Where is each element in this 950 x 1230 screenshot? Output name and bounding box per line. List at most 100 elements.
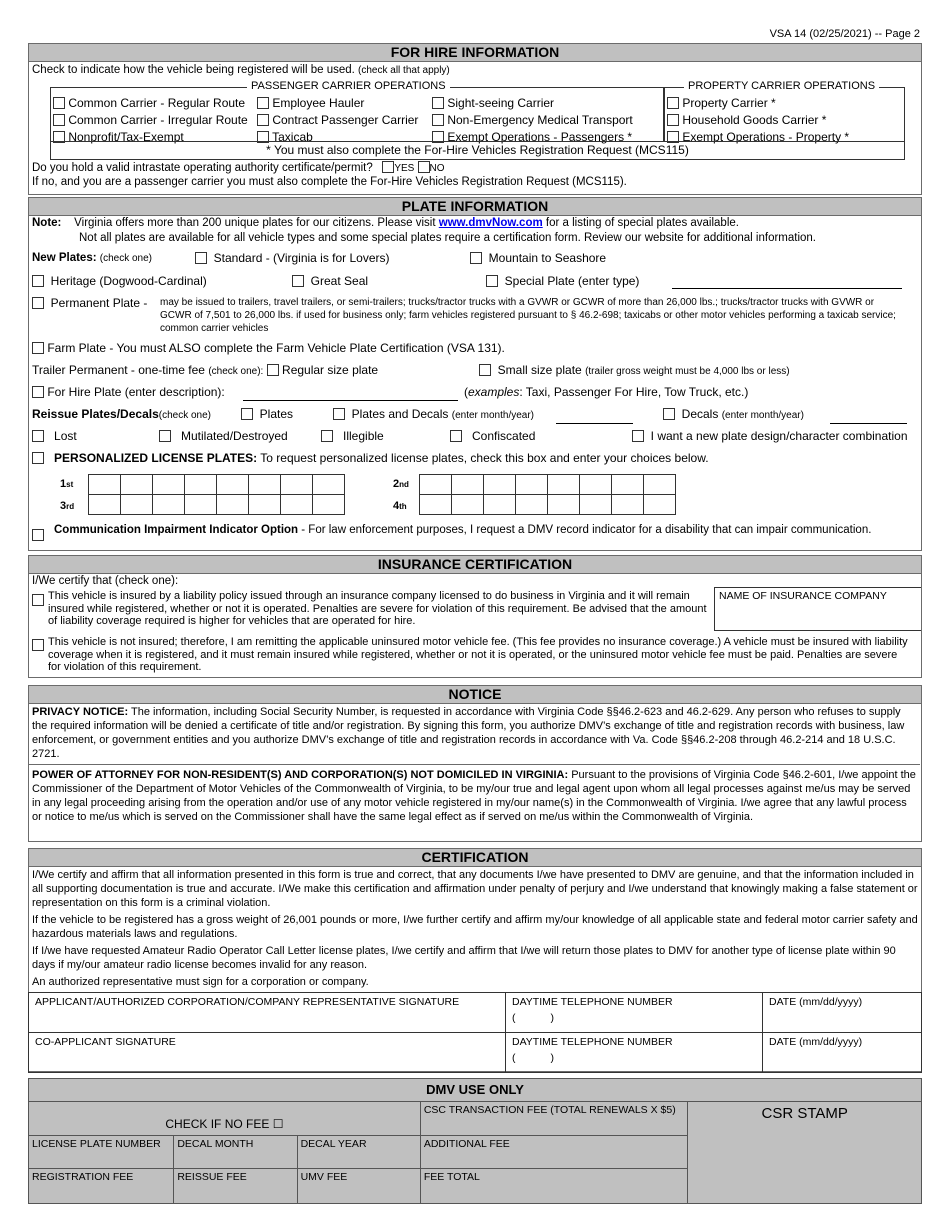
form-number: VSA 14 (02/25/2021) -- Page 2 (769, 28, 920, 40)
label-lost: Lost (54, 429, 77, 443)
co-applicant-date-field[interactable]: DATE (mm/dd/yyyy) (762, 1032, 922, 1073)
umv-fee-cell[interactable]: UMV FEE (296, 1168, 421, 1204)
checkbox-for-hire-plate[interactable] (32, 386, 44, 398)
applicant-date-field[interactable]: DATE (mm/dd/yyyy) (762, 992, 922, 1033)
plate-character-box[interactable] (451, 494, 484, 515)
checkbox-standard[interactable] (195, 252, 207, 264)
plate-character-box[interactable] (643, 474, 676, 495)
checkbox-household-goods[interactable] (667, 114, 679, 126)
checkbox-mountain[interactable] (470, 252, 482, 264)
csc-fee-cell[interactable]: CSC TRANSACTION FEE (TOTAL RENEWALS X $5… (419, 1101, 689, 1136)
plate-character-box[interactable] (120, 474, 153, 495)
checkbox-insured[interactable] (32, 594, 44, 606)
plate-character-box[interactable] (248, 474, 281, 495)
plate-character-box[interactable] (312, 474, 345, 495)
license-plate-cell[interactable]: LICENSE PLATE NUMBER (27, 1135, 175, 1169)
plate-character-box[interactable] (419, 494, 452, 515)
applicant-signature-field[interactable]: APPLICANT/AUTHORIZED CORPORATION/COMPANY… (28, 992, 506, 1033)
checkbox-property-carrier[interactable] (667, 97, 679, 109)
choice-4-boxes (419, 494, 676, 515)
checkbox-confiscated[interactable] (450, 430, 462, 442)
checkbox-small-size[interactable] (479, 364, 491, 376)
insurance-company-field[interactable]: NAME OF INSURANCE COMPANY (714, 587, 921, 631)
checkbox-lost[interactable] (32, 430, 44, 442)
plate-character-box[interactable] (579, 494, 612, 515)
plate-character-box[interactable] (611, 474, 644, 495)
checkbox-regular-size[interactable] (266, 364, 279, 376)
footnote-box: * You must also complete the For-Hire Ve… (50, 141, 905, 160)
for-hire-description-field[interactable] (243, 400, 458, 401)
decal-year-cell[interactable]: DECAL YEAR (296, 1135, 421, 1169)
checkbox-decals[interactable] (663, 408, 675, 420)
plate-character-box[interactable] (643, 494, 676, 515)
checkbox-communication-impairment[interactable] (32, 529, 44, 541)
plate-character-box[interactable] (515, 474, 548, 495)
plate-character-box[interactable] (419, 474, 452, 495)
plate-character-box[interactable] (184, 494, 217, 515)
checkbox-employee-hauler[interactable] (257, 97, 269, 109)
checkbox-great-seal[interactable] (292, 275, 304, 287)
label-illegible: Illegible (343, 429, 384, 443)
plate-character-box[interactable] (280, 494, 313, 515)
plate-character-box[interactable] (547, 494, 580, 515)
checkbox-permanent[interactable] (32, 297, 44, 309)
checkbox-personalized[interactable] (32, 452, 44, 464)
checkbox-sightseeing[interactable] (432, 97, 444, 109)
plate-character-box[interactable] (120, 494, 153, 515)
checkbox-authority-no[interactable] (417, 161, 430, 173)
registration-fee-cell[interactable]: REGISTRATION FEE (27, 1168, 175, 1204)
co-applicant-signature-field[interactable]: CO-APPLICANT SIGNATURE (28, 1032, 506, 1073)
decal-month-cell[interactable]: DECAL MONTH (173, 1135, 298, 1169)
personalized-label: PERSONALIZED LICENSE PLATES: (54, 451, 258, 465)
for-hire-instruction-note: (check all that apply) (358, 65, 450, 76)
co-applicant-phone-field[interactable]: DAYTIME TELEPHONE NUMBER ( ) (505, 1032, 763, 1073)
plate-character-box[interactable] (312, 494, 345, 515)
checkbox-mutilated[interactable] (159, 430, 171, 442)
plate-character-box[interactable] (483, 474, 516, 495)
dmvnow-link[interactable]: www.dmvNow.com (439, 217, 543, 229)
checkbox-contract-passenger[interactable] (257, 114, 269, 126)
checkbox-authority-yes[interactable] (382, 161, 395, 173)
special-plate-type-field[interactable] (672, 288, 902, 289)
property-carrier-legend: PROPERTY CARRIER OPERATIONS (684, 80, 880, 92)
reissue-fee-cell[interactable]: REISSUE FEE (173, 1168, 298, 1204)
checkbox-reissue-plates[interactable] (241, 408, 253, 420)
dmv-use-only-section: DMV USE ONLY CHECK IF NO FEE ☐ CSC TRANS… (27, 1078, 922, 1204)
checkbox-heritage[interactable] (32, 275, 44, 287)
checkbox-plates-and-decals[interactable] (333, 408, 345, 420)
additional-fee-cell[interactable]: ADDITIONAL FEE (419, 1135, 689, 1169)
plate-character-box[interactable] (88, 474, 121, 495)
checkbox-farm[interactable] (32, 342, 44, 354)
no-fee-cell[interactable]: CHECK IF NO FEE ☐ (28, 1101, 421, 1136)
plate-character-box[interactable] (547, 474, 580, 495)
plate-character-box[interactable] (248, 494, 281, 515)
plate-character-box[interactable] (579, 474, 612, 495)
checkbox-nemt[interactable] (432, 114, 444, 126)
plate-character-box[interactable] (184, 474, 217, 495)
checkbox-not-insured[interactable] (32, 639, 44, 651)
checkbox-special[interactable] (486, 275, 498, 287)
for-hire-instruction: Check to indicate how the vehicle being … (32, 64, 355, 76)
plate-character-box[interactable] (216, 494, 249, 515)
plate-character-box[interactable] (515, 494, 548, 515)
checkbox-illegible[interactable] (321, 430, 333, 442)
applicant-phone-field[interactable]: DAYTIME TELEPHONE NUMBER ( ) (505, 992, 763, 1033)
plate-character-box[interactable] (216, 474, 249, 495)
plate-character-box[interactable] (451, 474, 484, 495)
checkbox-new-design[interactable] (632, 430, 644, 442)
fee-total-cell[interactable]: FEE TOTAL (419, 1168, 689, 1204)
plate-character-box[interactable] (88, 494, 121, 515)
choice-2-suffix: nd (399, 480, 409, 489)
reissue-note: (check one) (158, 410, 211, 421)
plates-decals-month-year-field[interactable] (556, 423, 633, 424)
choice-4-suffix: th (399, 502, 407, 511)
checkbox-common-carrier-irregular[interactable] (53, 114, 65, 126)
plate-character-box[interactable] (152, 494, 185, 515)
plate-character-box[interactable] (483, 494, 516, 515)
plate-character-box[interactable] (611, 494, 644, 515)
label-reissue-plates: Plates (259, 407, 294, 421)
plate-character-box[interactable] (152, 474, 185, 495)
plate-character-box[interactable] (280, 474, 313, 495)
checkbox-common-carrier-regular[interactable] (53, 97, 65, 109)
decals-month-year-field[interactable] (830, 423, 907, 424)
